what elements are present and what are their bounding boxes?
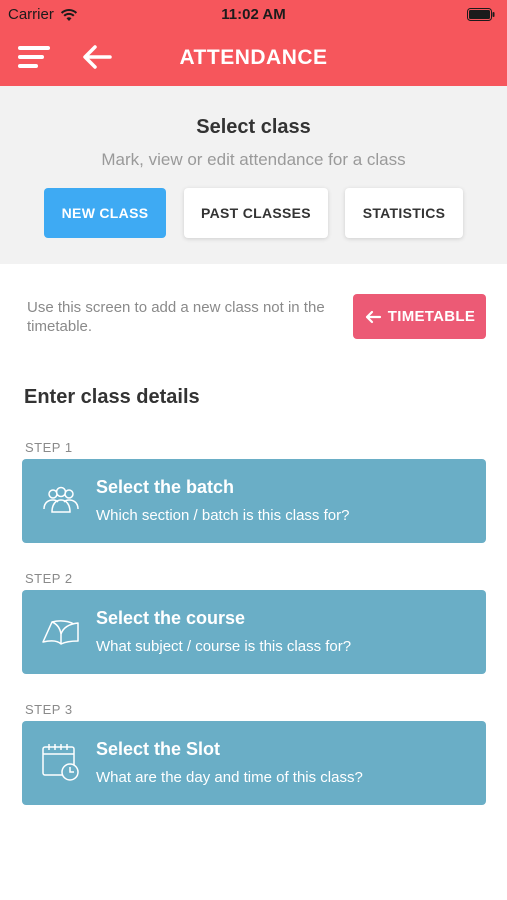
step-1-title: Select the batch xyxy=(96,477,235,497)
page-title: ATTENDANCE xyxy=(179,46,328,69)
timetable-button[interactable]: TIMETABLE xyxy=(353,294,486,339)
app-bar: ATTENDANCE xyxy=(0,30,507,86)
status-bar: Carrier 11:02 AM xyxy=(0,0,507,30)
timetable-button-label: TIMETABLE xyxy=(387,308,476,325)
tab-new-class[interactable]: NEW CLASS xyxy=(44,188,166,238)
step-2-title: Select the course xyxy=(96,608,246,628)
battery-icon xyxy=(467,8,495,21)
select-slot-card[interactable]: Select the Slot What are the day and tim… xyxy=(22,721,486,805)
arrow-left-icon xyxy=(365,310,381,323)
select-course-card[interactable]: Select the course What subject / course … xyxy=(22,590,486,674)
step-1-label: STEP 1 xyxy=(25,440,73,455)
calendar-clock-icon xyxy=(42,744,79,781)
open-book-icon xyxy=(42,620,79,645)
group-icon xyxy=(43,486,79,513)
select-class-panel: Select class Mark, view or edit attendan… xyxy=(0,86,507,264)
class-details-heading: Enter class details xyxy=(24,386,200,408)
select-class-title: Select class xyxy=(196,116,311,138)
step-3-description: What are the day and time of this class? xyxy=(96,769,363,786)
step-3-label: STEP 3 xyxy=(25,702,73,717)
step-2-description: What subject / course is this class for? xyxy=(96,638,352,655)
status-time: 11:02 AM xyxy=(221,6,286,23)
info-text: Use this screen to add a new class not i… xyxy=(27,299,325,335)
select-class-subtitle: Mark, view or edit attendance for a clas… xyxy=(101,150,406,169)
step-2-label: STEP 2 xyxy=(25,571,73,586)
step-1-description: Which section / batch is this class for? xyxy=(96,507,350,524)
tab-past-classes[interactable]: PAST CLASSES xyxy=(184,188,328,238)
step-3-title: Select the Slot xyxy=(96,739,221,759)
tab-statistics[interactable]: STATISTICS xyxy=(345,188,463,238)
select-batch-card[interactable]: Select the batch Which section / batch i… xyxy=(22,459,486,543)
